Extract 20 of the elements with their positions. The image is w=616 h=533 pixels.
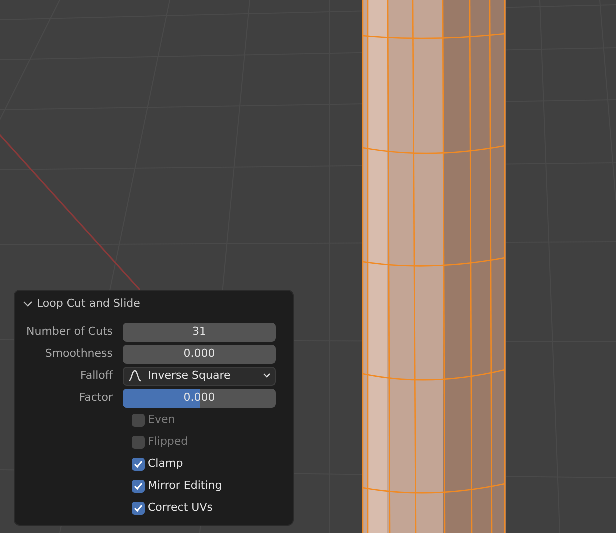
panel-title[interactable]: Loop Cut and Slide — [37, 296, 140, 312]
property-label: Smoothness — [44, 346, 114, 362]
chevron-icon[interactable] — [23, 299, 33, 309]
checkbox[interactable] — [132, 458, 145, 470]
checkbox-option[interactable]: Correct UVs — [132, 500, 213, 516]
checkmark-icon — [134, 482, 143, 490]
caret-icon — [263, 373, 271, 379]
falloff-dropdown[interactable]: Inverse Square — [123, 366, 276, 386]
curve-icon — [128, 370, 142, 382]
property-label: Factor — [78, 390, 114, 406]
checkbox[interactable] — [132, 480, 145, 492]
checkbox[interactable] — [132, 502, 145, 514]
property-label: Number of Cuts — [26, 324, 114, 340]
number-field[interactable]: 31 — [123, 322, 276, 342]
checkmark-icon — [134, 460, 143, 468]
number-field[interactable]: 0.000 — [123, 344, 276, 364]
checkmark-icon — [134, 504, 143, 512]
checkbox-option[interactable]: Clamp — [132, 456, 184, 472]
checkbox-option[interactable]: Mirror Editing — [132, 478, 222, 494]
property-label: Falloff — [80, 368, 114, 384]
